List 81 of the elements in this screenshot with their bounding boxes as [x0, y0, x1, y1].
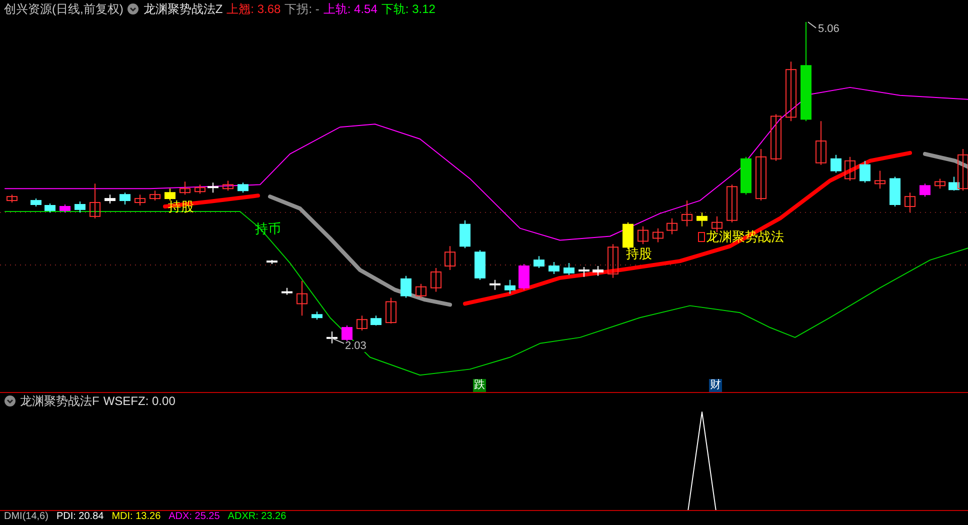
candlestick [266, 260, 278, 265]
indicator-value: 上翘: 3.68 [226, 3, 281, 15]
indicator-name: 龙渊聚势战法Z [143, 3, 223, 15]
candlestick [444, 246, 456, 270]
candlestick [682, 200, 692, 227]
candlestick [208, 182, 218, 194]
trend-line [923, 152, 968, 169]
candlestick [104, 194, 116, 204]
candlestick [120, 192, 130, 205]
candlestick [194, 184, 206, 194]
candlestick [504, 279, 516, 294]
candlestick [578, 266, 590, 278]
indicator-name: 龙渊聚势战法F [20, 395, 100, 407]
price-label: 5.06 [818, 24, 840, 35]
candlestick [652, 228, 664, 243]
indicator-value: PDI: 20.84 [56, 512, 104, 522]
signal-badge: 财 [709, 379, 722, 392]
candlestick [726, 184, 738, 223]
candlestick [60, 204, 70, 213]
candlestick [74, 201, 86, 213]
candlestick [934, 178, 946, 190]
candlestick [696, 212, 708, 227]
signal-label: 持股 [626, 247, 652, 260]
candlestick [296, 280, 308, 316]
candlestick [460, 220, 470, 249]
indicator-value: 上轨: 4.54 [323, 3, 378, 15]
candlestick [890, 176, 900, 207]
price-label: 2.03 [345, 341, 366, 352]
candlestick [518, 264, 530, 290]
candlestick [490, 279, 500, 290]
candlestick [150, 190, 160, 202]
candlestick [164, 188, 176, 202]
candlestick [608, 244, 618, 278]
candlestick [564, 262, 574, 276]
indicator-name: DMI(14,6) [4, 512, 48, 522]
candlestick [548, 262, 560, 274]
indicator-value: ADXR: 23.26 [228, 512, 286, 522]
candlestick [786, 61, 796, 122]
indicator-value: 下拐: - [284, 3, 320, 15]
candlestick [222, 180, 234, 192]
candlestick [416, 283, 426, 298]
candlestick [312, 311, 322, 320]
candlestick [6, 194, 18, 204]
candlestick [816, 120, 826, 166]
candlestick [844, 156, 856, 182]
candlestick [770, 114, 782, 162]
candlestick [238, 182, 248, 194]
stock-title: 创兴资源(日线,前复权) [4, 3, 124, 15]
candlestick [830, 154, 842, 174]
marker-icon [698, 232, 705, 242]
candlestick [920, 183, 930, 198]
candlestick [904, 192, 916, 213]
candlestick [756, 148, 766, 202]
signal-badge: 跌 [473, 379, 486, 392]
indicator-value: ADX: 25.25 [168, 512, 220, 522]
candlestick [180, 181, 190, 196]
candlestick [400, 275, 412, 298]
candlestick [356, 315, 368, 331]
candlestick [44, 203, 56, 213]
candlestick [282, 287, 292, 296]
candlestick [740, 156, 752, 196]
candlestick [474, 250, 486, 280]
candlestick [370, 315, 382, 326]
indicator-value: 下轨: 3.12 [381, 3, 436, 15]
dropdown-icon[interactable] [4, 395, 16, 407]
candlestick [592, 266, 604, 276]
candlestick [860, 160, 870, 184]
indicator-value: MDI: 13.26 [112, 512, 161, 522]
candlestick [638, 226, 648, 245]
candlestick [666, 218, 678, 235]
candlestick [874, 170, 886, 190]
candlestick [326, 330, 338, 344]
candlestick [90, 183, 100, 219]
candlestick [534, 256, 544, 268]
candlestick [342, 325, 352, 342]
candlestick [134, 194, 146, 206]
candlestick [30, 198, 42, 207]
indicator-value: WSEFZ: 0.00 [103, 395, 176, 407]
candlestick [386, 297, 396, 324]
dropdown-icon[interactable] [127, 3, 140, 15]
candlestick [430, 268, 442, 292]
